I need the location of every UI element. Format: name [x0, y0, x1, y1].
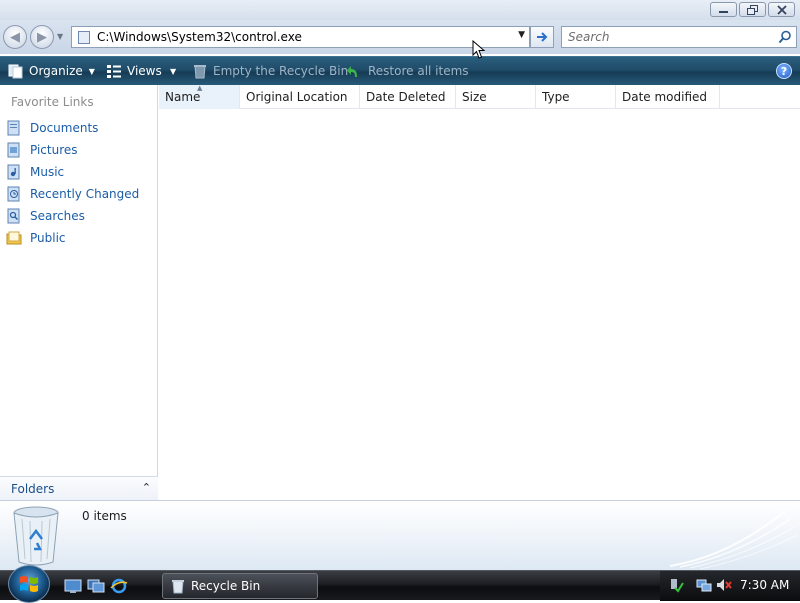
search-input[interactable]: [566, 29, 766, 45]
favorite-link-label: Documents: [30, 121, 99, 135]
forward-arrow-icon: ▶: [37, 29, 47, 45]
help-icon: ?: [780, 64, 788, 78]
folders-label: Folders: [11, 482, 55, 496]
favorite-links-heading: Favorite Links: [11, 95, 94, 109]
restore-all-items-label: Restore all items: [368, 64, 469, 78]
address-text[interactable]: C:\Windows\System32\control.exe: [97, 30, 302, 44]
favorite-link-pictures[interactable]: Pictures: [6, 140, 78, 160]
views-label: Views: [127, 64, 162, 78]
column-header-size[interactable]: Size: [456, 85, 536, 109]
switch-windows-icon[interactable]: [87, 578, 105, 594]
views-dropdown-button[interactable]: ▼: [170, 57, 176, 85]
favorite-link-music[interactable]: Music: [6, 162, 64, 182]
safely-remove-hardware-icon[interactable]: [668, 577, 684, 593]
favorite-link-searches[interactable]: Searches: [6, 206, 85, 226]
column-header-label: Type: [542, 90, 570, 104]
sort-ascending-icon: ▲: [197, 84, 203, 92]
details-pane: 0 items: [0, 500, 800, 570]
column-header-date-modified[interactable]: Date modified: [616, 85, 720, 109]
navigation-pane: Favorite Links Documents Pictures Music …: [0, 85, 158, 500]
empty-recycle-bin-label: Empty the Recycle Bin: [213, 64, 349, 78]
search-box[interactable]: [561, 26, 797, 48]
windows-logo-icon: [20, 576, 38, 592]
address-row: ◀ ▶ ▼ C:\Windows\System32\control.exe ▼: [0, 20, 800, 54]
favorite-link-public[interactable]: Public: [6, 228, 66, 248]
recently-changed-icon: [7, 186, 20, 202]
go-button[interactable]: [530, 26, 554, 48]
taskbar-button-recycle-bin[interactable]: Recycle Bin: [162, 573, 318, 599]
item-count: 0 items: [82, 509, 127, 523]
music-icon: [7, 164, 20, 180]
favorite-link-label: Pictures: [30, 143, 78, 157]
favorite-link-label: Searches: [30, 209, 85, 223]
column-header-label: Date Deleted: [366, 90, 446, 104]
restore-all-items-button[interactable]: Restore all items: [347, 57, 469, 85]
recycle-bin-small-icon: [78, 31, 90, 44]
recycle-bin-taskbar-icon: [172, 580, 184, 594]
volume-muted-icon[interactable]: [716, 577, 732, 593]
column-header-label: Date modified: [622, 90, 708, 104]
organize-label: Organize: [29, 64, 83, 78]
address-history-dropdown-icon[interactable]: ▼: [518, 30, 525, 40]
restore-window-icon: [746, 4, 758, 15]
recent-pages-dropdown-icon[interactable]: ▼: [57, 32, 63, 41]
close-button[interactable]: [768, 2, 795, 17]
chevron-up-icon: ⌃: [141, 481, 151, 494]
maximize-button[interactable]: [739, 2, 766, 17]
documents-icon: [7, 120, 20, 136]
favorite-link-documents[interactable]: Documents: [6, 118, 98, 138]
column-header-label: Original Location: [246, 90, 348, 104]
public-folder-icon: [6, 231, 22, 245]
views-dropdown-icon: ▼: [170, 66, 177, 76]
column-header-label: Size: [462, 90, 487, 104]
back-arrow-icon: ◀: [10, 29, 20, 45]
favorite-link-label: Music: [30, 165, 65, 179]
taskbar: Recycle Bin 7:30 AM: [0, 565, 800, 603]
column-header-type[interactable]: Type: [536, 85, 616, 109]
title-bar: [0, 0, 800, 20]
taskbar-button-label: Recycle Bin: [191, 579, 261, 593]
empty-recycle-bin-button[interactable]: Empty the Recycle Bin: [192, 57, 348, 85]
favorite-link-recently-changed[interactable]: Recently Changed: [6, 184, 139, 204]
folders-toggle[interactable]: Folders ⌃: [0, 476, 158, 500]
favorite-link-label: Public: [30, 231, 66, 245]
column-header-name[interactable]: ▲ Name: [159, 84, 240, 109]
go-arrow-icon: [536, 32, 547, 42]
recycle-bin-large-icon: [13, 506, 59, 566]
start-button[interactable]: [8, 565, 50, 603]
column-headers: ▲ Name Original Location Date Deleted Si…: [159, 84, 800, 109]
views-button[interactable]: Views: [106, 57, 162, 85]
search-icon[interactable]: [778, 30, 792, 44]
restore-arrow-icon: [347, 66, 357, 77]
column-header-label: Name: [165, 90, 201, 104]
pictures-icon: [7, 142, 20, 158]
help-button[interactable]: ?: [776, 63, 792, 79]
column-header-date-deleted[interactable]: Date Deleted: [360, 85, 456, 109]
clock[interactable]: 7:30 AM: [740, 578, 789, 592]
network-icon[interactable]: [696, 577, 712, 593]
minimize-button[interactable]: [710, 2, 737, 17]
column-header-original-location[interactable]: Original Location: [240, 85, 360, 109]
favorite-link-label: Recently Changed: [30, 187, 140, 201]
views-icon: [107, 65, 121, 78]
command-bar: Organize ▼ Views ▼ Empty the Recycle Bin…: [0, 56, 800, 85]
show-desktop-icon[interactable]: [64, 578, 82, 594]
close-icon: [776, 4, 787, 15]
organize-dropdown-icon: ▼: [88, 66, 95, 76]
forward-button[interactable]: ▶: [30, 25, 54, 49]
address-bar[interactable]: C:\Windows\System32\control.exe ▼: [71, 26, 530, 48]
mouse-cursor-icon: [472, 40, 486, 59]
back-button[interactable]: ◀: [3, 25, 27, 49]
organize-menu-button[interactable]: Organize ▼: [8, 57, 95, 85]
internet-explorer-icon[interactable]: [110, 578, 128, 594]
decorative-swoosh: [669, 510, 798, 570]
file-list[interactable]: ▲ Name Original Location Date Deleted Si…: [159, 84, 800, 500]
minimize-icon: [719, 10, 728, 13]
organize-icon: [8, 64, 23, 79]
searches-icon: [7, 208, 20, 224]
